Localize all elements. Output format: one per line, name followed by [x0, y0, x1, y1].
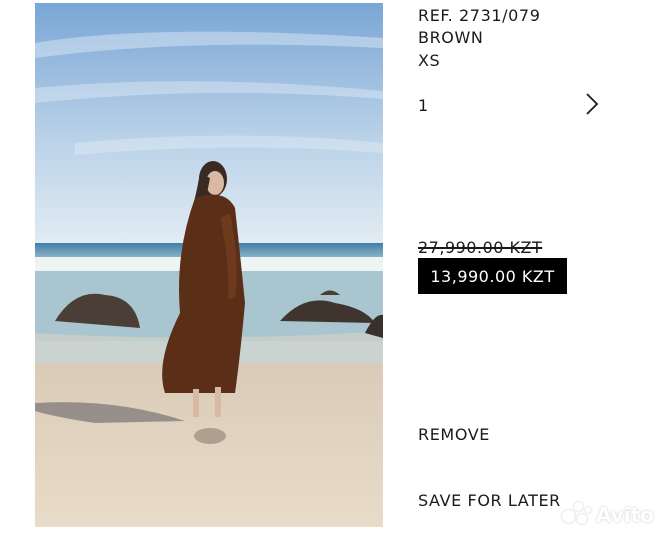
- sale-price: 13,990.00 KZT: [430, 266, 555, 286]
- sale-price-badge: 13,990.00 KZT: [418, 258, 567, 294]
- product-size: XS: [418, 51, 441, 70]
- save-for-later-button[interactable]: SAVE FOR LATER: [418, 491, 561, 510]
- remove-button[interactable]: REMOVE: [418, 425, 490, 444]
- product-reference: REF. 2731/079: [418, 6, 541, 25]
- quantity-value[interactable]: 1: [418, 96, 429, 115]
- avito-logo-icon: [562, 502, 592, 528]
- chevron-right-icon[interactable]: [584, 92, 600, 116]
- original-price: 27,990.00 KZT: [418, 238, 543, 257]
- avito-watermark: Avito: [562, 500, 654, 530]
- product-image[interactable]: [35, 3, 383, 527]
- watermark-text: Avito: [596, 503, 654, 527]
- product-color: BROWN: [418, 28, 484, 47]
